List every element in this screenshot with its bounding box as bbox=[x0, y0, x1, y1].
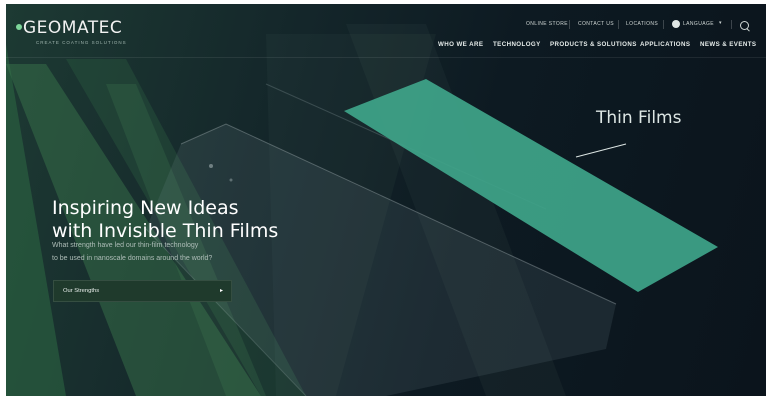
thin-films-annotation: Thin Films bbox=[596, 108, 682, 128]
hero-subtitle: What strength have led our thin-film tec… bbox=[52, 239, 262, 265]
nav-separator bbox=[663, 20, 664, 29]
logo-text: GEOMATEC bbox=[23, 18, 123, 38]
annotation-line bbox=[575, 143, 627, 158]
phone-camera-dot bbox=[209, 164, 213, 168]
globe-icon bbox=[672, 20, 680, 28]
nav-separator bbox=[569, 20, 570, 29]
hero-title-line1: Inspiring New Ideas bbox=[52, 196, 239, 219]
nav-separator bbox=[731, 20, 732, 29]
nav-news-events[interactable]: NEWS & EVENTS bbox=[700, 41, 756, 48]
header-divider bbox=[6, 57, 766, 58]
nav-technology[interactable]: TECHNOLOGY bbox=[493, 41, 541, 48]
nav-products-solutions[interactable]: PRODUCTS & SOLUTIONS bbox=[550, 41, 637, 48]
nav-who-we-are[interactable]: WHO WE ARE bbox=[438, 41, 483, 48]
hero-title: Inspiring New Ideas with Invisible Thin … bbox=[52, 197, 352, 243]
hero-section: GEOMATEC CREATE COATING SOLUTIONS ONLINE… bbox=[6, 4, 766, 396]
hero-subtitle-line2: to be used in nanoscale domains around t… bbox=[52, 255, 213, 262]
our-strengths-button[interactable]: Our Strengths ▸ bbox=[53, 280, 232, 302]
contact-us-link[interactable]: CONTACT US bbox=[578, 21, 614, 27]
nav-applications[interactable]: APPLICATIONS bbox=[640, 41, 690, 48]
language-selector[interactable]: LANGUAGE bbox=[683, 21, 714, 27]
phone-sensor-dot bbox=[229, 178, 233, 182]
hero-subtitle-line1: What strength have led our thin-film tec… bbox=[52, 242, 199, 249]
nav-separator bbox=[618, 20, 619, 29]
cta-label: Our Strengths bbox=[63, 288, 100, 294]
logo-tagline: CREATE COATING SOLUTIONS bbox=[36, 40, 127, 45]
logo-dot-icon bbox=[16, 24, 22, 30]
search-icon[interactable] bbox=[740, 21, 749, 30]
locations-link[interactable]: LOCATIONS bbox=[626, 21, 658, 27]
online-store-link[interactable]: ONLINE STORE bbox=[526, 21, 568, 27]
chevron-down-icon: ▾ bbox=[719, 20, 722, 26]
play-arrow-icon: ▸ bbox=[219, 288, 223, 294]
